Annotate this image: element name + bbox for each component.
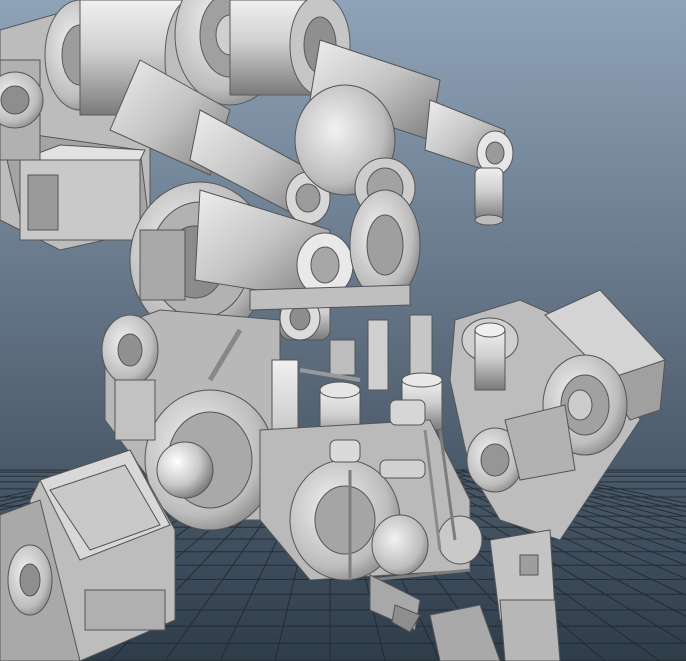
3d-viewport[interactable] [0,0,686,661]
scene-canvas [0,0,686,661]
